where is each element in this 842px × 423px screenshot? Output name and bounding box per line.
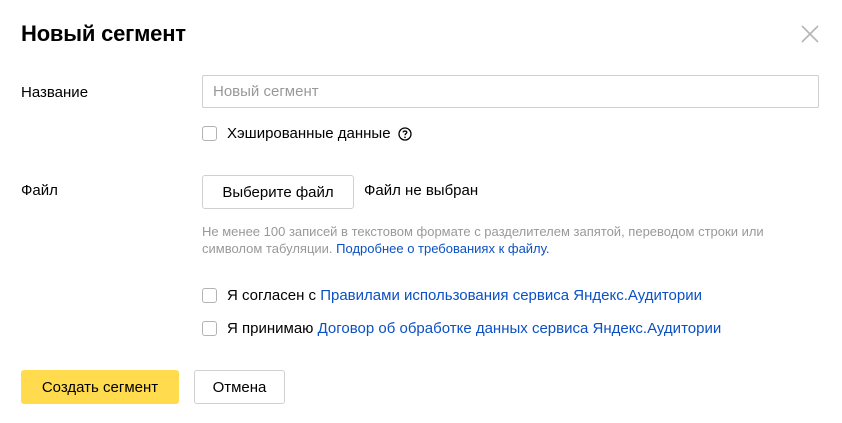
agree-rules-checkbox[interactable]: [202, 288, 217, 303]
hashed-data-label[interactable]: Хэшированные данные: [227, 125, 391, 142]
file-status-text: Файл не выбран: [364, 182, 479, 199]
file-label: Файл: [21, 182, 58, 199]
accept-contract-prefix: Я принимаю: [227, 320, 314, 337]
accept-contract-row: Я принимаю Договор об обработке данных с…: [202, 320, 721, 337]
dialog-title: Новый сегмент: [21, 21, 186, 46]
hashed-data-row: Хэшированные данные: [202, 125, 412, 142]
close-icon[interactable]: [798, 22, 822, 46]
agree-rules-prefix: Я согласен с: [227, 287, 317, 304]
segment-name-input[interactable]: [202, 75, 819, 108]
hashed-data-checkbox[interactable]: [202, 126, 217, 141]
agree-rules-row: Я согласен с Правилами использования сер…: [202, 287, 702, 304]
name-label: Название: [21, 84, 89, 101]
accept-contract-checkbox[interactable]: [202, 321, 217, 336]
file-requirements-link[interactable]: Подробнее о требованиях к файлу.: [336, 241, 549, 256]
choose-file-button[interactable]: Выберите файл: [202, 175, 354, 209]
file-requirements-hint: Не менее 100 записей в текстовом формате…: [202, 223, 822, 257]
cancel-button[interactable]: Отмена: [194, 370, 285, 404]
usage-rules-link[interactable]: Правилами использования сервиса Яндекс.А…: [320, 287, 702, 304]
create-segment-button[interactable]: Создать сегмент: [21, 370, 179, 404]
data-processing-contract-link[interactable]: Договор об обработке данных сервиса Янде…: [318, 320, 722, 337]
new-segment-dialog: Новый сегмент Название Хэшированные данн…: [0, 0, 842, 423]
question-circle-icon[interactable]: [397, 126, 412, 141]
